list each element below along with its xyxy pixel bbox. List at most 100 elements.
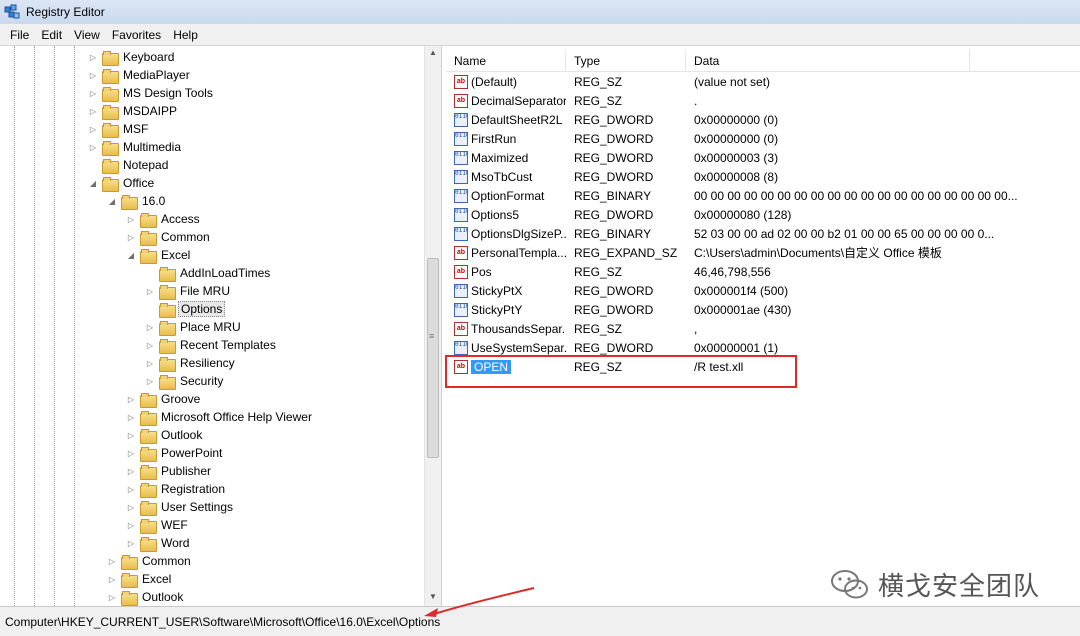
value-type: REG_SZ	[574, 74, 623, 89]
value-row[interactable]: ab ThousandsSepar... REG_SZ,	[446, 319, 1080, 338]
collapsed-arrow-icon[interactable]: ▷	[88, 89, 98, 98]
value-row[interactable]: 0110OptionsDlgSizeP... REG_BINARY 52 03 00…	[446, 224, 1080, 243]
collapsed-arrow-icon[interactable]: ▷	[126, 413, 136, 422]
folder-icon	[159, 266, 176, 282]
value-row[interactable]: 0110StickyPtX REG_DWORD 0x000001f4 (500)	[446, 281, 1080, 300]
tree-node[interactable]: ▷ Recent Templates	[145, 336, 278, 354]
tree-node[interactable]: ▷ Keyboard	[88, 48, 176, 66]
tree-scrollbar[interactable]: ▲ ≡ ▼	[424, 46, 441, 606]
tree-node[interactable]: ▷ Place MRU	[145, 318, 243, 336]
expanded-arrow-icon[interactable]: ◢	[107, 197, 117, 206]
tree-scroll-thumb[interactable]	[427, 258, 439, 458]
value-row[interactable]: ab Pos REG_SZ 46,46,798,556	[446, 262, 1080, 281]
tree-node[interactable]: ◢ Excel	[126, 246, 192, 264]
collapsed-arrow-icon[interactable]: ▷	[107, 593, 117, 602]
value-name-cell: 0110UseSystemSepar...	[446, 340, 566, 355]
collapsed-arrow-icon[interactable]: ▷	[126, 395, 136, 404]
folder-icon	[102, 140, 119, 156]
tree-node[interactable]: ◢ Office	[88, 174, 156, 192]
collapsed-arrow-icon[interactable]: ▷	[126, 485, 136, 494]
tree-node[interactable]: ▷ PowerPoint	[126, 444, 224, 462]
collapsed-arrow-icon[interactable]: ▷	[145, 341, 155, 350]
tree-node[interactable]: ▷ MediaPlayer	[88, 66, 192, 84]
column-header-data[interactable]: Data	[686, 50, 970, 72]
menu-favorites[interactable]: Favorites	[106, 28, 167, 42]
collapsed-arrow-icon[interactable]: ▷	[145, 359, 155, 368]
menu-view[interactable]: View	[68, 28, 106, 42]
value-row[interactable]: 0110StickyPtY REG_DWORD 0x000001ae (430)	[446, 300, 1080, 319]
collapsed-arrow-icon[interactable]: ▷	[126, 215, 136, 224]
tree-node[interactable]: ▷ Excel	[107, 570, 173, 588]
tree-node[interactable]: ▷ File MRU	[145, 282, 232, 300]
collapsed-arrow-icon[interactable]: ▷	[107, 557, 117, 566]
tree-node[interactable]: ▷ Word	[126, 534, 191, 552]
folder-icon	[140, 482, 157, 498]
registry-key-tree[interactable]: ▲ ≡ ▼ ▷ Keyboard ▷ MediaPlayer ▷ MS Design To…	[0, 46, 442, 606]
collapsed-arrow-icon[interactable]: ▷	[126, 467, 136, 476]
tree-node[interactable]: ▷ WEF	[126, 516, 190, 534]
menu-file[interactable]: File	[4, 28, 35, 42]
tree-node[interactable]: ▷ Outlook	[107, 588, 185, 606]
tree-node[interactable]: ◢ 16.0	[107, 192, 167, 210]
value-row[interactable]: 0110DefaultSheetR2L REG_DWORD 0x00000000 (…	[446, 110, 1080, 129]
tree-node[interactable]: ▷ MSF	[88, 120, 150, 138]
value-name-cell: 0110OptionsDlgSizeP...	[446, 226, 566, 241]
value-row[interactable]: 0110Maximized REG_DWORD 0x00000003 (3)	[446, 148, 1080, 167]
collapsed-arrow-icon[interactable]: ▷	[88, 71, 98, 80]
collapsed-arrow-icon[interactable]: ▷	[145, 377, 155, 386]
tree-node[interactable]: ▷ Resiliency	[145, 354, 237, 372]
tree-node[interactable]: ▷ Outlook	[126, 426, 204, 444]
tree-node[interactable]: Options	[145, 300, 226, 318]
registry-values-list[interactable]: Name Type Data ab (Default) REG_SZ (value n…	[446, 46, 1080, 606]
tree-node[interactable]: AddInLoadTimes	[145, 264, 272, 282]
tree-node-label: 16.0	[142, 194, 166, 208]
tree-node[interactable]: ▷ Publisher	[126, 462, 213, 480]
menu-edit[interactable]: Edit	[35, 28, 68, 42]
tree-node[interactable]: ▷ Common	[107, 552, 193, 570]
value-row[interactable]: 0110FirstRun REG_DWORD 0x00000000 (0)	[446, 129, 1080, 148]
collapsed-arrow-icon[interactable]: ▷	[88, 53, 98, 62]
tree-node[interactable]: ▷ Groove	[126, 390, 202, 408]
collapsed-arrow-icon[interactable]: ▷	[126, 449, 136, 458]
collapsed-arrow-icon[interactable]: ▷	[107, 575, 117, 584]
collapsed-arrow-icon[interactable]: ▷	[145, 323, 155, 332]
expanded-arrow-icon[interactable]: ◢	[88, 179, 98, 188]
folder-icon	[102, 176, 119, 192]
tree-node[interactable]: ▷ MSDAIPP	[88, 102, 179, 120]
tree-node[interactable]: ▷ MS Design Tools	[88, 84, 215, 102]
column-header-name[interactable]: Name	[446, 50, 566, 72]
value-row[interactable]: ab (Default) REG_SZ (value not set)	[446, 72, 1080, 91]
collapsed-arrow-icon[interactable]: ▷	[126, 521, 136, 530]
menu-help[interactable]: Help	[167, 28, 204, 42]
tree-node[interactable]: Notepad	[88, 156, 170, 174]
folder-icon	[159, 284, 176, 300]
tree-node[interactable]: ▷ Common	[126, 228, 212, 246]
value-row[interactable]: 0110MsoTbCust REG_DWORD 0x00000008 (8)	[446, 167, 1080, 186]
value-row[interactable]: ab PersonalTempla... REG_EXPAND_SZ C:\Users…	[446, 243, 1080, 262]
collapsed-arrow-icon[interactable]: ▷	[126, 431, 136, 440]
collapsed-arrow-icon[interactable]: ▷	[126, 233, 136, 242]
collapsed-arrow-icon[interactable]: ▷	[126, 539, 136, 548]
collapsed-arrow-icon[interactable]: ▷	[88, 143, 98, 152]
tree-node[interactable]: ▷ Registration	[126, 480, 227, 498]
collapsed-arrow-icon[interactable]: ▷	[145, 287, 155, 296]
column-header-type[interactable]: Type	[566, 50, 686, 72]
watermark: 横戈安全团队	[830, 566, 1040, 603]
folder-icon	[102, 68, 119, 84]
tree-node[interactable]: ▷ Security	[145, 372, 225, 390]
value-row[interactable]: 0110OptionFormat REG_BINARY 00 00 00 00 00…	[446, 186, 1080, 205]
value-row[interactable]: 0110Options5 REG_DWORD 0x00000080 (128)	[446, 205, 1080, 224]
collapsed-arrow-icon[interactable]: ▷	[126, 503, 136, 512]
expanded-arrow-icon[interactable]: ◢	[126, 251, 136, 260]
value-data: 0x00000001 (1)	[694, 340, 779, 355]
title-bar: Registry Editor	[0, 0, 1080, 24]
tree-node[interactable]: ▷ Multimedia	[88, 138, 183, 156]
value-row[interactable]: ab DecimalSeparator REG_SZ.	[446, 91, 1080, 110]
collapsed-arrow-icon[interactable]: ▷	[88, 107, 98, 116]
tree-node[interactable]: ▷ User Settings	[126, 498, 235, 516]
scroll-up-arrow-icon[interactable]: ▲	[429, 48, 437, 57]
tree-node[interactable]: ▷ Access	[126, 210, 202, 228]
collapsed-arrow-icon[interactable]: ▷	[88, 125, 98, 134]
tree-node[interactable]: ▷ Microsoft Office Help Viewer	[126, 408, 314, 426]
folder-icon	[102, 122, 119, 138]
